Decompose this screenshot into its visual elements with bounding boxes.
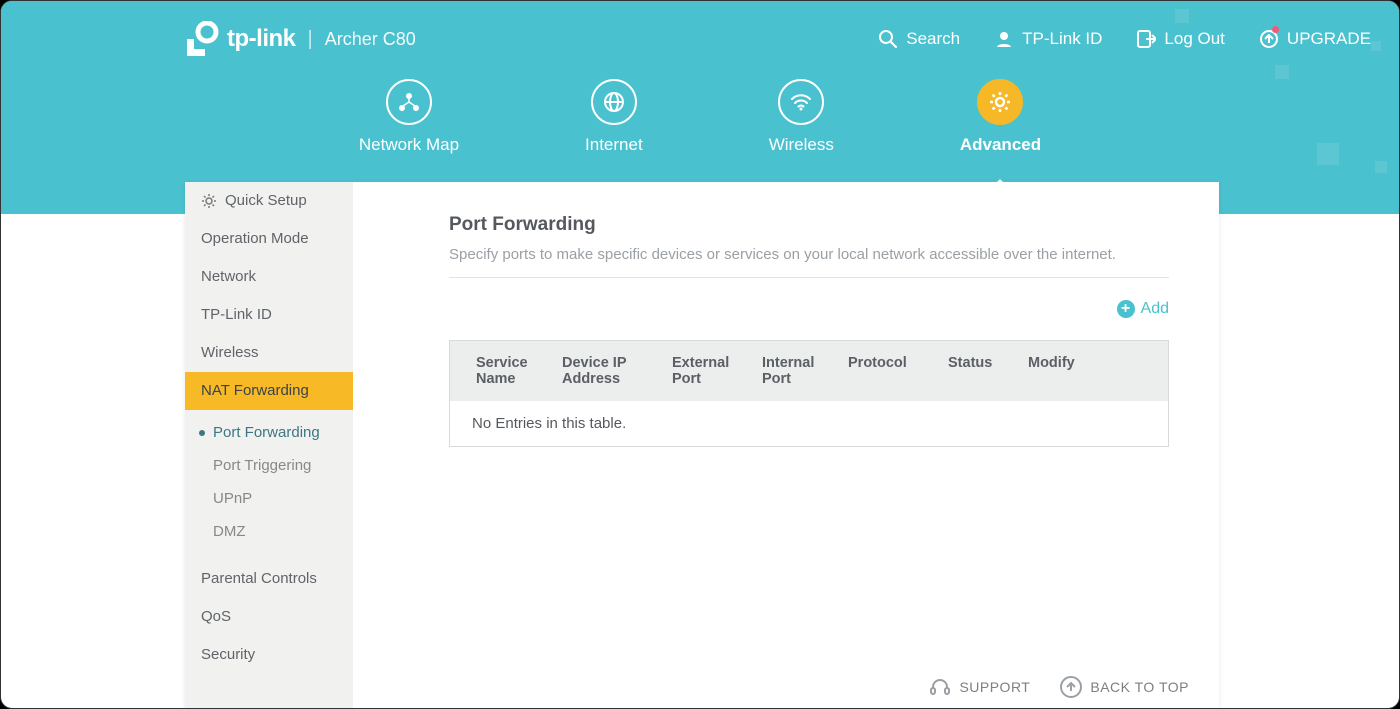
main-content: Port Forwarding Specify ports to make sp… <box>353 182 1219 708</box>
logout-icon <box>1136 29 1156 49</box>
tab-advanced[interactable]: Advanced <box>960 79 1041 155</box>
upgrade-label: UPGRADE <box>1287 29 1371 49</box>
sidebar-item-parental-controls[interactable]: Parental Controls <box>185 560 353 598</box>
upgrade-button[interactable]: UPGRADE <box>1259 29 1371 49</box>
globe-icon <box>602 90 626 114</box>
back-to-top-button[interactable]: BACK TO TOP <box>1060 676 1189 698</box>
sidebar-item-quick-setup[interactable]: Quick Setup <box>185 182 353 220</box>
top-bar: tp-link | Archer C80 Search TP-Link ID L… <box>1 21 1399 57</box>
logout-label: Log Out <box>1164 29 1225 49</box>
sidebar-subitems: Port Forwarding Port Triggering UPnP DMZ <box>185 410 353 560</box>
model-name: Archer C80 <box>325 29 416 50</box>
add-button[interactable]: + Add <box>1117 300 1169 318</box>
th-modify: Modify <box>1028 355 1088 387</box>
support-label: SUPPORT <box>959 679 1030 695</box>
headset-icon <box>929 676 951 698</box>
content-footer: SUPPORT BACK TO TOP <box>929 676 1189 698</box>
add-label: Add <box>1141 300 1169 318</box>
sidebar: Quick Setup Operation Mode Network TP-Li… <box>185 182 353 708</box>
sidebar-sub-port-triggering[interactable]: Port Triggering <box>185 449 353 482</box>
arrow-up-icon <box>1060 676 1082 698</box>
sidebar-sub-port-forwarding[interactable]: Port Forwarding <box>185 416 353 449</box>
th-device-ip: Device IP Address <box>562 355 672 387</box>
search-label: Search <box>906 29 960 49</box>
tab-wireless-label: Wireless <box>769 135 834 155</box>
support-button[interactable]: SUPPORT <box>929 676 1030 698</box>
sidebar-quick-setup-label: Quick Setup <box>225 192 307 210</box>
logout-button[interactable]: Log Out <box>1136 29 1225 49</box>
sidebar-sub-upnp[interactable]: UPnP <box>185 482 353 515</box>
search-icon <box>878 29 898 49</box>
tplink-id-label: TP-Link ID <box>1022 29 1102 49</box>
tplink-id-button[interactable]: TP-Link ID <box>994 29 1102 49</box>
router-admin-window: tp-link | Archer C80 Search TP-Link ID L… <box>0 0 1400 709</box>
th-protocol: Protocol <box>848 355 948 387</box>
gear-small-icon <box>201 193 217 209</box>
add-row: + Add <box>449 278 1169 340</box>
tab-network-map-label: Network Map <box>359 135 459 155</box>
th-service-name: Service Name <box>476 355 562 387</box>
page-title: Port Forwarding <box>449 214 1169 236</box>
brand-divider: | <box>308 28 313 51</box>
port-forwarding-table: Service Name Device IP Address External … <box>449 340 1169 447</box>
sidebar-item-tplink-id[interactable]: TP-Link ID <box>185 296 353 334</box>
sidebar-sub-dmz[interactable]: DMZ <box>185 515 353 548</box>
sidebar-item-nat-forwarding[interactable]: NAT Forwarding <box>185 372 353 410</box>
table-empty-message: No Entries in this table. <box>450 401 1168 446</box>
gear-icon <box>988 90 1012 114</box>
sidebar-item-network[interactable]: Network <box>185 258 353 296</box>
main-nav-tabs: Network Map Internet Wireless Advanced <box>1 79 1399 155</box>
top-actions: Search TP-Link ID Log Out UPGRADE <box>878 29 1375 49</box>
tab-advanced-label: Advanced <box>960 135 1041 155</box>
plus-icon: + <box>1117 300 1135 318</box>
upgrade-notification-dot <box>1272 26 1279 33</box>
wifi-icon <box>789 90 813 114</box>
brand-block: tp-link | Archer C80 <box>1 21 416 57</box>
table-header: Service Name Device IP Address External … <box>450 341 1168 401</box>
sidebar-item-wireless[interactable]: Wireless <box>185 334 353 372</box>
page-description: Specify ports to make specific devices o… <box>449 246 1169 278</box>
back-to-top-label: BACK TO TOP <box>1090 679 1189 695</box>
tab-wireless[interactable]: Wireless <box>769 79 834 155</box>
search-button[interactable]: Search <box>878 29 960 49</box>
network-map-icon <box>398 91 420 113</box>
tab-internet-label: Internet <box>585 135 643 155</box>
tab-network-map[interactable]: Network Map <box>359 79 459 155</box>
tplink-logo-icon <box>187 21 221 57</box>
th-external-port: External Port <box>672 355 762 387</box>
sidebar-item-qos[interactable]: QoS <box>185 598 353 636</box>
content-panel: Quick Setup Operation Mode Network TP-Li… <box>185 182 1219 708</box>
th-status: Status <box>948 355 1028 387</box>
sidebar-item-operation-mode[interactable]: Operation Mode <box>185 220 353 258</box>
tab-internet[interactable]: Internet <box>585 79 643 155</box>
sidebar-item-security[interactable]: Security <box>185 636 353 674</box>
brand-name: tp-link <box>227 25 296 53</box>
th-internal-port: Internal Port <box>762 355 848 387</box>
cloud-user-icon <box>994 29 1014 49</box>
